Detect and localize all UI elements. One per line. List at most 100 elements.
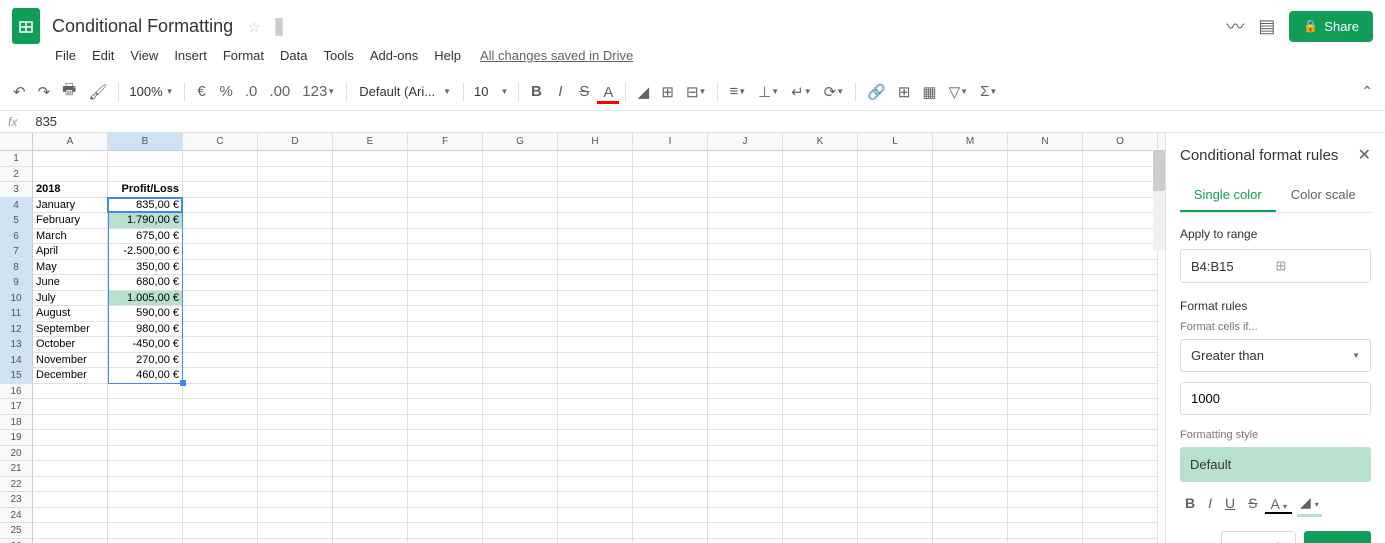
cell-D16[interactable] <box>258 384 333 400</box>
cell-N13[interactable] <box>1008 337 1083 353</box>
row-header-2[interactable]: 2 <box>0 167 33 183</box>
doc-title[interactable]: Conditional Formatting <box>52 16 233 37</box>
cell-N16[interactable] <box>1008 384 1083 400</box>
cell-E22[interactable] <box>333 477 408 493</box>
cell-A26[interactable] <box>33 539 108 543</box>
cell-O15[interactable] <box>1083 368 1158 384</box>
cell-F3[interactable] <box>408 182 483 198</box>
cell-M6[interactable] <box>933 229 1008 245</box>
cell-C21[interactable] <box>183 461 258 477</box>
cell-D15[interactable] <box>258 368 333 384</box>
row-header-1[interactable]: 1 <box>0 151 33 167</box>
cell-L20[interactable] <box>858 446 933 462</box>
undo-button[interactable]: ↶ <box>8 79 31 105</box>
cell-F2[interactable] <box>408 167 483 183</box>
cell-G10[interactable] <box>483 291 558 307</box>
cell-J14[interactable] <box>708 353 783 369</box>
cell-C5[interactable] <box>183 213 258 229</box>
cell-D3[interactable] <box>258 182 333 198</box>
cell-C19[interactable] <box>183 430 258 446</box>
cell-N21[interactable] <box>1008 461 1083 477</box>
cell-O10[interactable] <box>1083 291 1158 307</box>
cell-C1[interactable] <box>183 151 258 167</box>
row-header-14[interactable]: 14 <box>0 353 33 369</box>
cell-C15[interactable] <box>183 368 258 384</box>
row-header-18[interactable]: 18 <box>0 415 33 431</box>
italic-button[interactable]: I <box>549 79 571 104</box>
cell-M2[interactable] <box>933 167 1008 183</box>
cell-K8[interactable] <box>783 260 858 276</box>
cell-N2[interactable] <box>1008 167 1083 183</box>
cell-H23[interactable] <box>558 492 633 508</box>
rotate-button[interactable]: ⟳▼ <box>819 79 850 105</box>
cell-B16[interactable] <box>108 384 183 400</box>
cell-F25[interactable] <box>408 523 483 539</box>
cell-O25[interactable] <box>1083 523 1158 539</box>
cell-C13[interactable] <box>183 337 258 353</box>
cell-L12[interactable] <box>858 322 933 338</box>
cell-H15[interactable] <box>558 368 633 384</box>
menu-format[interactable]: Format <box>216 44 271 67</box>
cell-G6[interactable] <box>483 229 558 245</box>
cell-G13[interactable] <box>483 337 558 353</box>
cell-H14[interactable] <box>558 353 633 369</box>
cell-G11[interactable] <box>483 306 558 322</box>
cell-B23[interactable] <box>108 492 183 508</box>
cell-M25[interactable] <box>933 523 1008 539</box>
cell-N14[interactable] <box>1008 353 1083 369</box>
cell-O24[interactable] <box>1083 508 1158 524</box>
cell-L24[interactable] <box>858 508 933 524</box>
cell-J10[interactable] <box>708 291 783 307</box>
cell-F23[interactable] <box>408 492 483 508</box>
cell-O1[interactable] <box>1083 151 1158 167</box>
currency-button[interactable]: € <box>191 79 213 104</box>
cell-B8[interactable]: 350,00 € <box>108 260 183 276</box>
cell-A16[interactable] <box>33 384 108 400</box>
cell-D17[interactable] <box>258 399 333 415</box>
borders-button[interactable]: ⊞ <box>656 79 679 105</box>
cell-B22[interactable] <box>108 477 183 493</box>
cell-N7[interactable] <box>1008 244 1083 260</box>
cell-O8[interactable] <box>1083 260 1158 276</box>
filter-button[interactable]: ▽▼ <box>944 79 973 105</box>
cell-N5[interactable] <box>1008 213 1083 229</box>
cell-D24[interactable] <box>258 508 333 524</box>
cell-A9[interactable]: June <box>33 275 108 291</box>
cell-A10[interactable]: July <box>33 291 108 307</box>
star-icon[interactable]: ☆ <box>248 19 261 36</box>
cell-M21[interactable] <box>933 461 1008 477</box>
cell-I8[interactable] <box>633 260 708 276</box>
cell-M10[interactable] <box>933 291 1008 307</box>
cell-K4[interactable] <box>783 198 858 214</box>
cell-C18[interactable] <box>183 415 258 431</box>
cell-N19[interactable] <box>1008 430 1083 446</box>
cell-I25[interactable] <box>633 523 708 539</box>
cell-I22[interactable] <box>633 477 708 493</box>
cell-O3[interactable] <box>1083 182 1158 198</box>
cell-I18[interactable] <box>633 415 708 431</box>
cell-J21[interactable] <box>708 461 783 477</box>
font-size-select[interactable]: 10▼ <box>470 82 512 101</box>
cell-E20[interactable] <box>333 446 408 462</box>
cell-L5[interactable] <box>858 213 933 229</box>
row-header-23[interactable]: 23 <box>0 492 33 508</box>
cell-G23[interactable] <box>483 492 558 508</box>
cell-D8[interactable] <box>258 260 333 276</box>
cell-J16[interactable] <box>708 384 783 400</box>
cell-K23[interactable] <box>783 492 858 508</box>
cell-B18[interactable] <box>108 415 183 431</box>
valign-button[interactable]: ⊥▼ <box>753 79 784 105</box>
cell-N3[interactable] <box>1008 182 1083 198</box>
cell-C4[interactable] <box>183 198 258 214</box>
cell-I1[interactable] <box>633 151 708 167</box>
row-header-17[interactable]: 17 <box>0 399 33 415</box>
cell-H11[interactable] <box>558 306 633 322</box>
cell-M5[interactable] <box>933 213 1008 229</box>
cell-H20[interactable] <box>558 446 633 462</box>
cell-N17[interactable] <box>1008 399 1083 415</box>
zoom-select[interactable]: 100%▼ <box>125 82 177 101</box>
cell-C8[interactable] <box>183 260 258 276</box>
cell-H10[interactable] <box>558 291 633 307</box>
cell-J18[interactable] <box>708 415 783 431</box>
cell-M7[interactable] <box>933 244 1008 260</box>
